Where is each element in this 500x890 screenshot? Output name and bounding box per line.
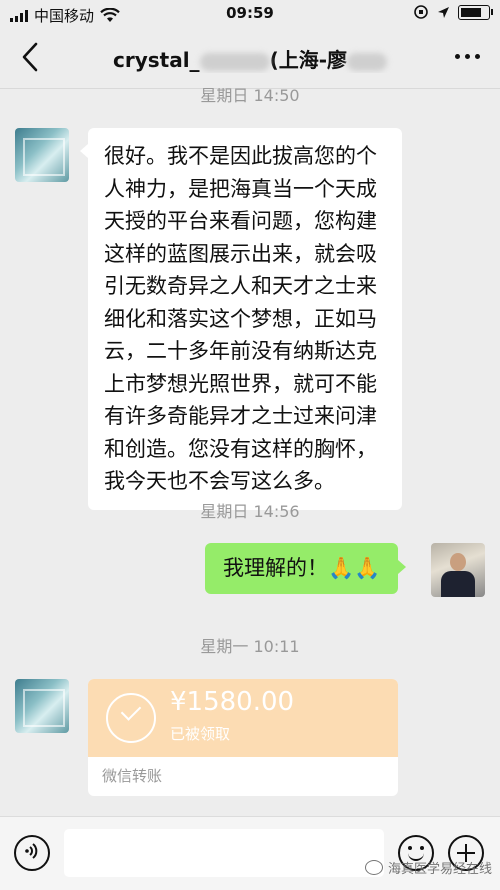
transfer-footer: 微信转账 [102,767,163,785]
transfer-card[interactable]: ¥1580.00 已被领取 微信转账 [88,679,398,796]
input-bar [0,816,500,890]
message-line: 我今天也不会写这么多。 [104,469,335,493]
chat-title-prefix: crystal_ [112,48,200,72]
message-line: 这样的蓝图展示出来，就会吸 [104,241,377,266]
message-input[interactable] [64,829,384,877]
message-bubble-received[interactable]: 很好。我不是因此拔高您的个 人神力，是把海真当一个天成 天授的平台来看问题，您构… [80,128,402,510]
contact-avatar[interactable] [15,679,69,733]
redacted-name-2 [347,52,388,71]
message-line: 和创造。您没有这样的胸怀， [104,436,377,461]
timestamp: 星期日 14:56 [200,502,300,521]
message-line: 引无数奇异之人和天才之士来 [104,274,377,298]
back-icon[interactable] [16,40,46,74]
message-line: 上市梦想光照世界，就可不能 [104,371,377,396]
redacted-name [199,52,270,71]
location-icon [438,6,449,18]
watermark-text: 海真医学易经在线 [387,862,492,877]
voice-icon[interactable] [14,835,50,871]
more-icon[interactable] [455,54,480,59]
timestamp: 星期日 14:50 [200,88,300,105]
status-bar: 中国移动 09:59 [0,0,500,28]
battery-fill [461,7,482,17]
chat-title: crystal_ (上海-廖 [70,44,430,73]
chat-title-suffix: (上海-廖 [269,48,348,72]
status-right [413,4,493,20]
check-circle-icon [106,693,156,743]
wechat-logo-icon [364,860,383,875]
message-line: 云，二十多年前没有纳斯达克 [104,339,377,363]
watermark: 海真医学易经在线 [364,858,492,877]
message-line: 细化和落实这个梦想，正如马 [104,306,377,331]
transfer-status: 已被领取 [170,725,231,743]
transfer-amount: ¥1580.00 [170,687,295,717]
timestamp: 星期一 10:11 [200,637,300,656]
message-line: 有许多奇能异才之士过来问津 [104,404,377,428]
contact-avatar[interactable] [15,128,69,182]
orientation-lock-icon [414,5,428,19]
my-avatar[interactable] [431,543,485,597]
message-line: 人神力，是把海真当一个天成 [104,176,377,201]
chat-area[interactable]: 星期日 14:50 很好。我不是因此拔高您的个 人神力，是把海真当一个天成 天授… [0,88,500,816]
message-line: 很好。我不是因此拔高您的个 [104,144,377,168]
transfer-card-body: ¥1580.00 已被领取 [88,679,398,757]
battery-icon [458,4,493,20]
message-bubble-sent[interactable]: 我理解的！🙏🙏 [205,543,407,594]
message-line: 天授的平台来看问题，您构建 [104,209,377,233]
chat-header: crystal_ (上海-廖 [0,28,500,89]
